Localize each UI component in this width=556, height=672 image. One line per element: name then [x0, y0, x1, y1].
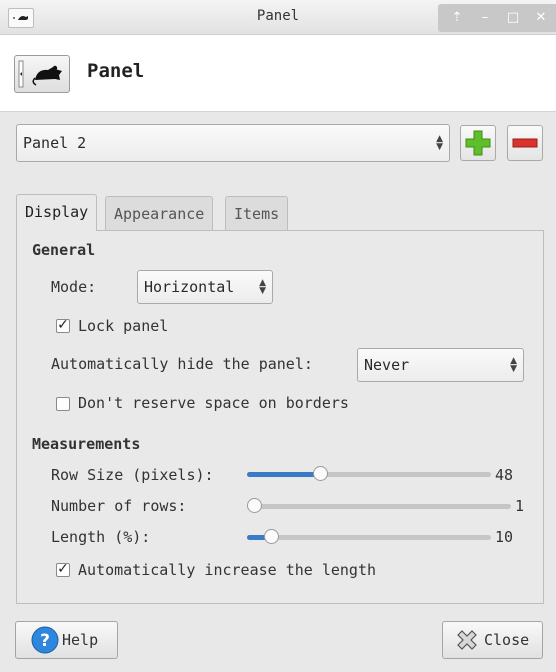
window-controls: ⇡ – □ ✕: [438, 4, 556, 32]
reserve-space-label: Don't reserve space on borders: [78, 394, 349, 412]
help-label: Help: [62, 631, 99, 649]
checkmark-icon: ✓: [57, 561, 69, 577]
select-arrows-icon: ▲ ▼: [436, 134, 443, 152]
autohide-select-value: Never: [364, 356, 410, 374]
dialog-heading: Panel: [87, 60, 145, 82]
close-label: Close: [484, 631, 530, 649]
help-button[interactable]: ? Help: [15, 621, 118, 659]
lock-panel-checkbox[interactable]: ✓: [56, 317, 70, 333]
tab-appearance[interactable]: Appearance: [105, 196, 214, 230]
rows-slider[interactable]: [247, 498, 511, 513]
autohide-select[interactable]: Never ▲ ▼: [357, 348, 524, 382]
window-titlebar: Panel ⇡ – □ ✕: [0, 0, 556, 35]
close-x-icon: [457, 630, 477, 650]
svg-text:?: ?: [40, 631, 50, 651]
plus-icon: [465, 130, 491, 156]
panel-mouse-icon: [14, 55, 70, 93]
length-label: Length (%):: [51, 528, 151, 546]
reserve-space-checkbox[interactable]: [56, 397, 70, 411]
close-button[interactable]: Close: [442, 621, 543, 659]
autohide-label: Automatically hide the panel:: [51, 355, 313, 373]
panel-select-value: Panel 2: [23, 134, 87, 152]
general-heading: General: [32, 241, 96, 259]
tab-display[interactable]: Display: [16, 194, 98, 231]
minimize-icon[interactable]: –: [474, 8, 496, 28]
auto-length-label: Automatically increase the length: [78, 561, 377, 579]
row-size-label: Row Size (pixels):: [51, 466, 214, 484]
lock-panel-label: Lock panel: [78, 317, 169, 335]
rows-value: 1: [515, 497, 525, 515]
select-arrows-icon: ▲ ▼: [510, 356, 517, 374]
remove-panel-button[interactable]: [507, 125, 543, 161]
maximize-icon[interactable]: □: [502, 8, 524, 28]
shade-up-icon[interactable]: ⇡: [446, 8, 468, 28]
rows-label: Number of rows:: [51, 497, 187, 515]
mode-select-value: Horizontal: [144, 278, 235, 296]
add-panel-button[interactable]: [460, 125, 496, 161]
slider-handle[interactable]: [247, 498, 262, 513]
dialog-header: Panel: [0, 35, 556, 112]
row-size-slider[interactable]: [247, 466, 491, 481]
length-slider[interactable]: [247, 529, 491, 544]
help-icon: ?: [31, 626, 59, 654]
minus-icon: [512, 138, 538, 148]
auto-length-checkbox[interactable]: ✓: [56, 561, 70, 577]
length-value: 10: [495, 528, 514, 546]
panel-select[interactable]: Panel 2 ▲ ▼: [16, 124, 450, 162]
mode-label: Mode:: [51, 278, 97, 296]
tab-items[interactable]: Items: [225, 196, 289, 230]
checkmark-icon: ✓: [57, 317, 69, 333]
measurements-heading: Measurements: [32, 435, 141, 453]
row-size-value: 48: [495, 466, 514, 484]
slider-fill: [247, 472, 321, 477]
select-arrows-icon: ▲ ▼: [259, 278, 266, 296]
mode-select[interactable]: Horizontal ▲ ▼: [137, 270, 273, 304]
close-icon[interactable]: ✕: [530, 8, 552, 28]
